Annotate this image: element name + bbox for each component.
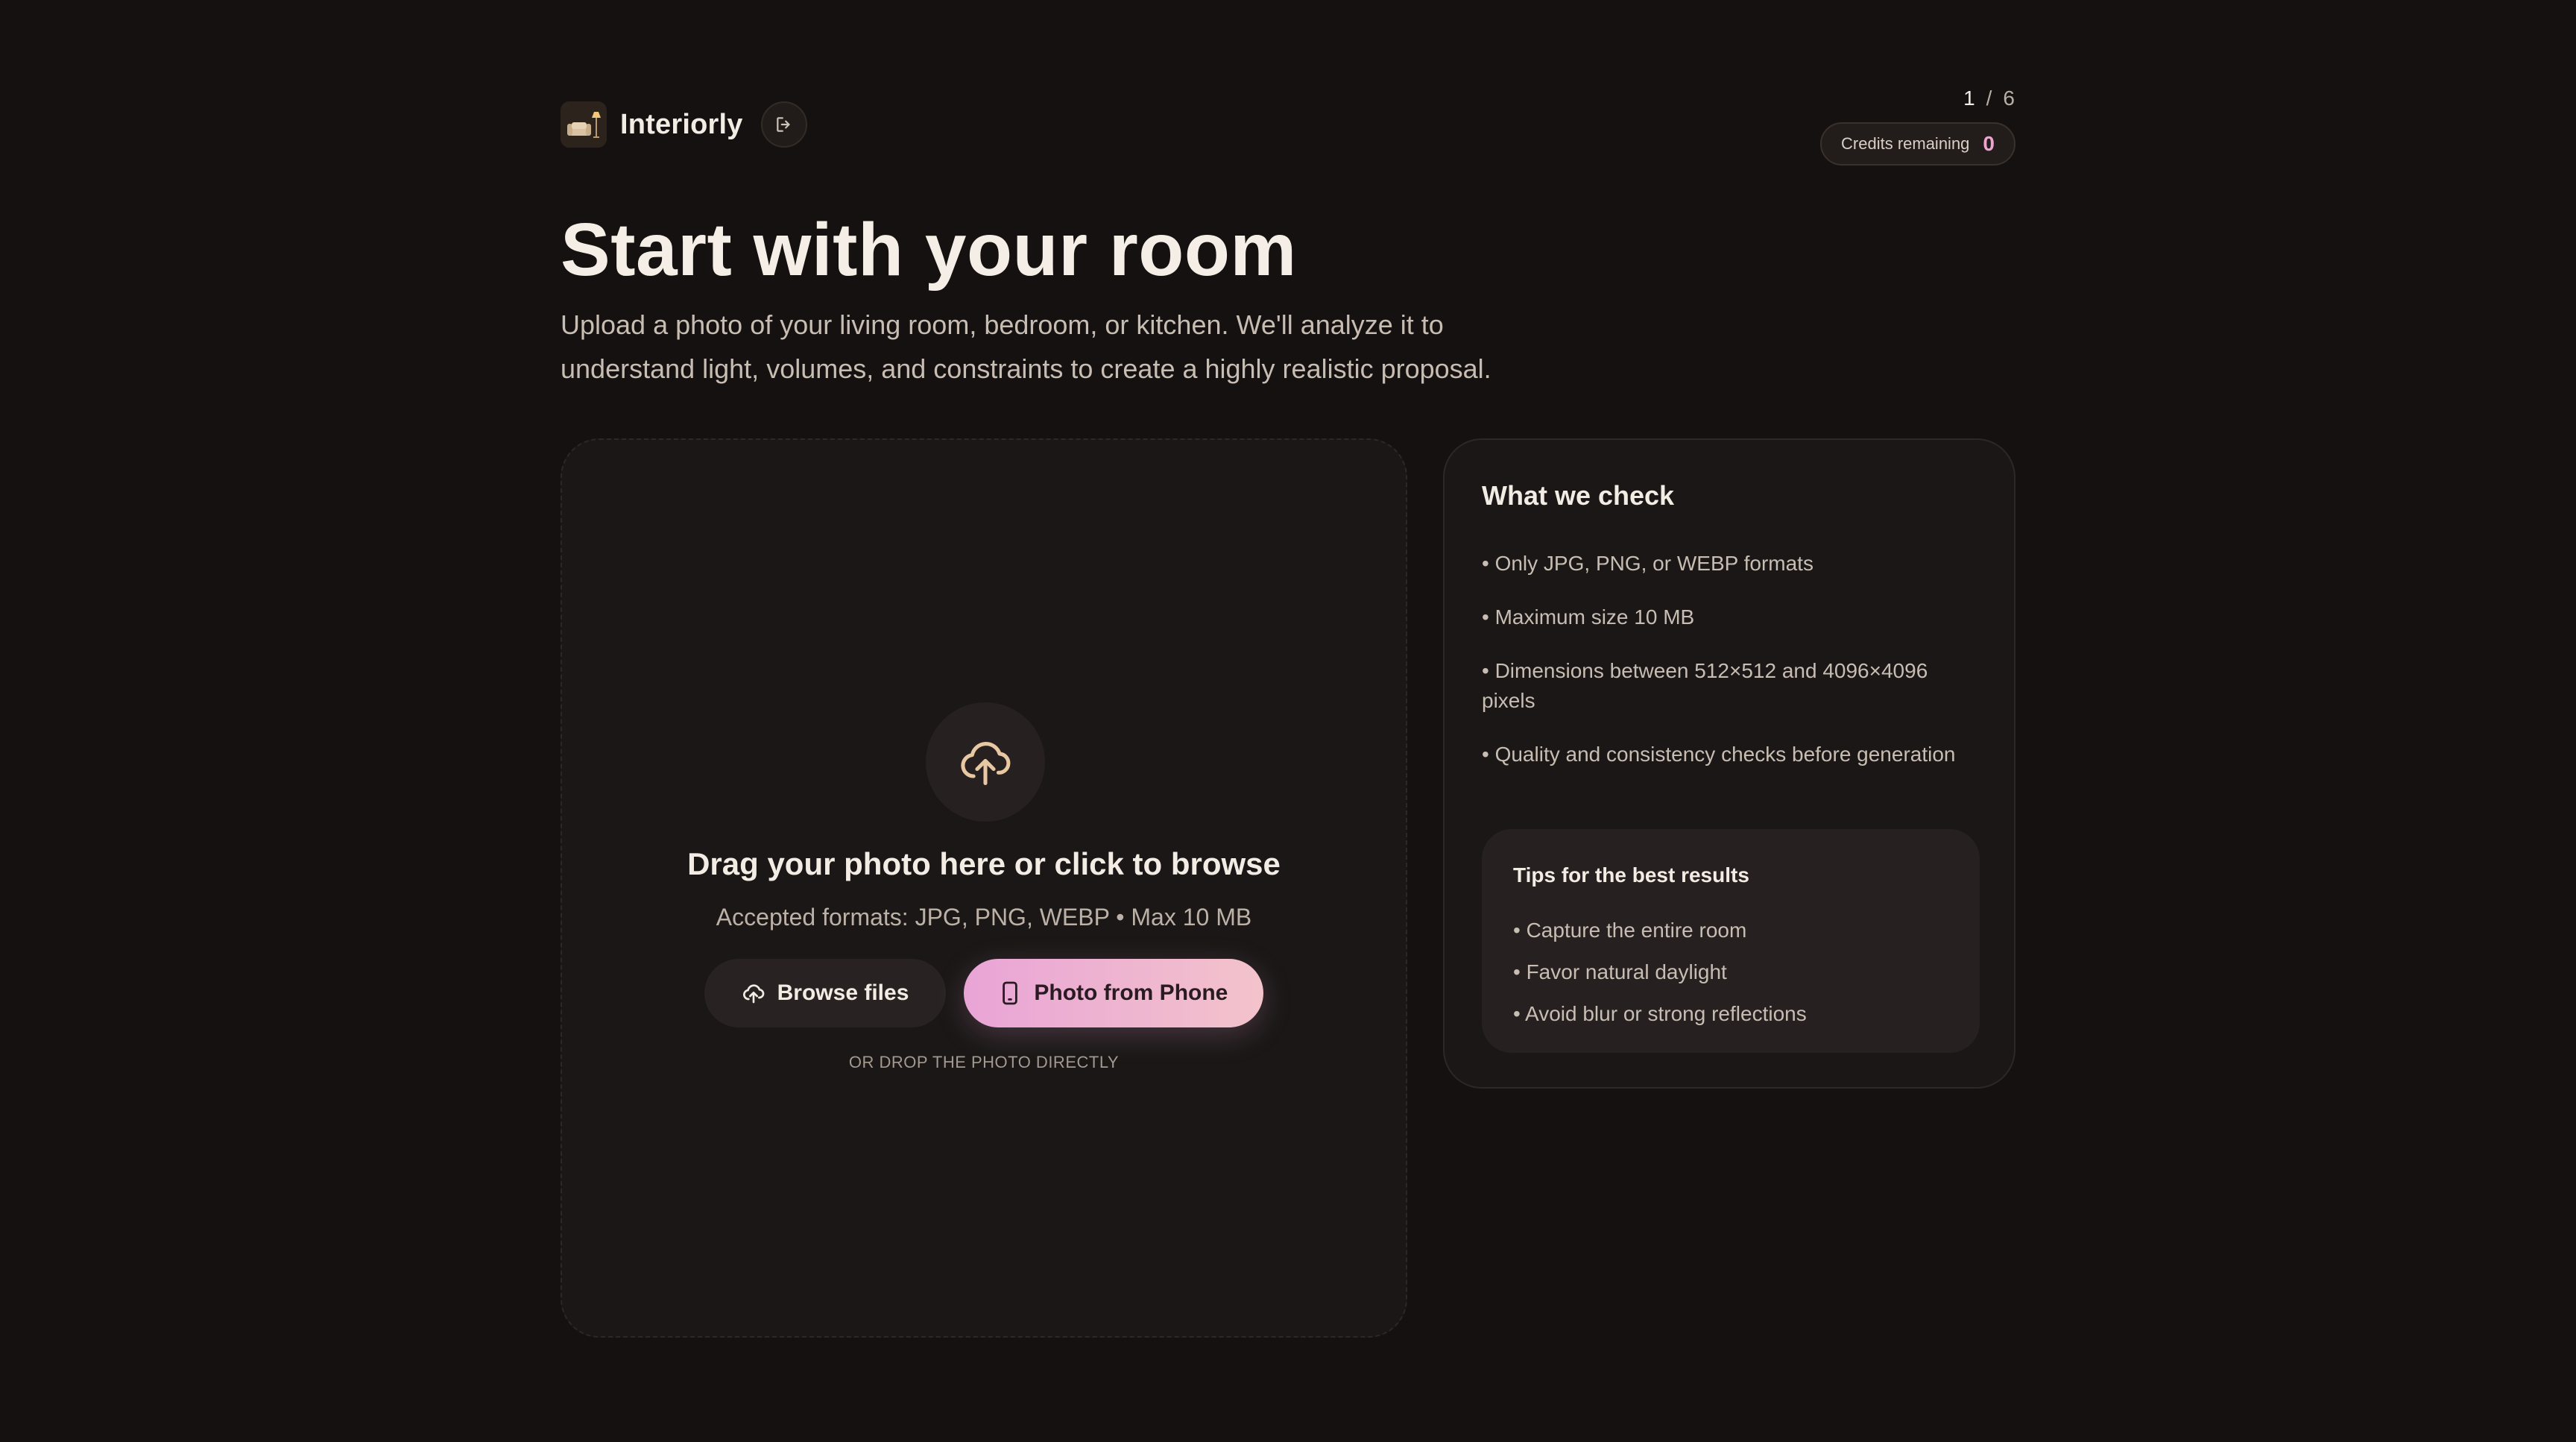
top-header: Interiorly 1 / 6 Credits remaining 0 (561, 82, 2015, 171)
drop-hint: OR DROP THE PHOTO DIRECTLY (848, 1053, 1120, 1071)
upload-page: Interiorly 1 / 6 Credits remaining 0 Sta… (0, 0, 2576, 1442)
credits-value: 0 (1983, 132, 1995, 155)
check-item: • Only JPG, PNG, or WEBP formats (1482, 552, 1813, 575)
credits-label: Credits remaining (1841, 134, 1970, 153)
check-list: • Only JPG, PNG, or WEBP formats • Maxim… (1482, 549, 1974, 793)
brand: Interiorly (561, 101, 807, 148)
what-we-check-card: What we check • Only JPG, PNG, or WEBP f… (1443, 438, 2015, 1089)
step-current: 1 (1963, 86, 1976, 110)
what-we-check-title: What we check (1482, 480, 1675, 511)
brand-name: Interiorly (620, 108, 743, 140)
photo-from-phone-button[interactable]: Photo from Phone (964, 959, 1264, 1027)
tip-item: • Capture the entire room (1513, 919, 1747, 942)
tip-item: • Favor natural daylight (1513, 960, 1727, 983)
check-item: • Quality and consistency checks before … (1482, 743, 1956, 766)
sofa-lamp-icon (561, 101, 607, 148)
dropzone-actions: Browse files Photo from Phone (562, 959, 1406, 1027)
page-subtitle-line-1: Upload a photo of your living room, bedr… (561, 309, 1444, 340)
page-subtitle-line-2: understand light, volumes, and constrain… (561, 353, 1491, 384)
check-item: • Maximum size 10 MB (1482, 605, 1695, 629)
brand-logo[interactable] (561, 101, 607, 148)
step-indicator: 1 / 6 (1963, 86, 2015, 110)
phone-icon (1003, 981, 1018, 1005)
logout-button[interactable] (760, 101, 807, 148)
step-total: 6 (2003, 86, 2015, 110)
logout-icon (776, 117, 790, 132)
photo-dropzone[interactable]: Drag your photo here or click to browse … (561, 438, 1407, 1338)
cloud-upload-icon (961, 742, 1011, 786)
browse-files-label: Browse files (777, 980, 909, 1005)
dropzone-title: Drag your photo here or click to browse (687, 846, 1281, 881)
tips-title: Tips for the best results (1513, 863, 1749, 887)
tips-box: Tips for the best results • Capture the … (1482, 829, 1980, 1053)
check-item: • Dimensions between 512×512 and 4096×40… (1482, 659, 1928, 712)
tips-list: • Capture the entire room • Favor natura… (1513, 910, 1807, 1035)
step-separator: / (1986, 86, 1993, 110)
page-subtitle: Upload a photo of your living room, bedr… (561, 303, 1604, 391)
page-title: Start with your room (561, 208, 1297, 292)
browse-files-button[interactable]: Browse files (704, 959, 947, 1027)
cloud-upload-icon (742, 984, 764, 1004)
credits-badge: Credits remaining 0 (1820, 122, 2015, 166)
upload-icon-circle (926, 702, 1045, 822)
photo-from-phone-label: Photo from Phone (1034, 980, 1228, 1005)
tip-item: • Avoid blur or strong reflections (1513, 1002, 1807, 1025)
dropzone-formats: Accepted formats: JPG, PNG, WEBP • Max 1… (716, 904, 1252, 931)
